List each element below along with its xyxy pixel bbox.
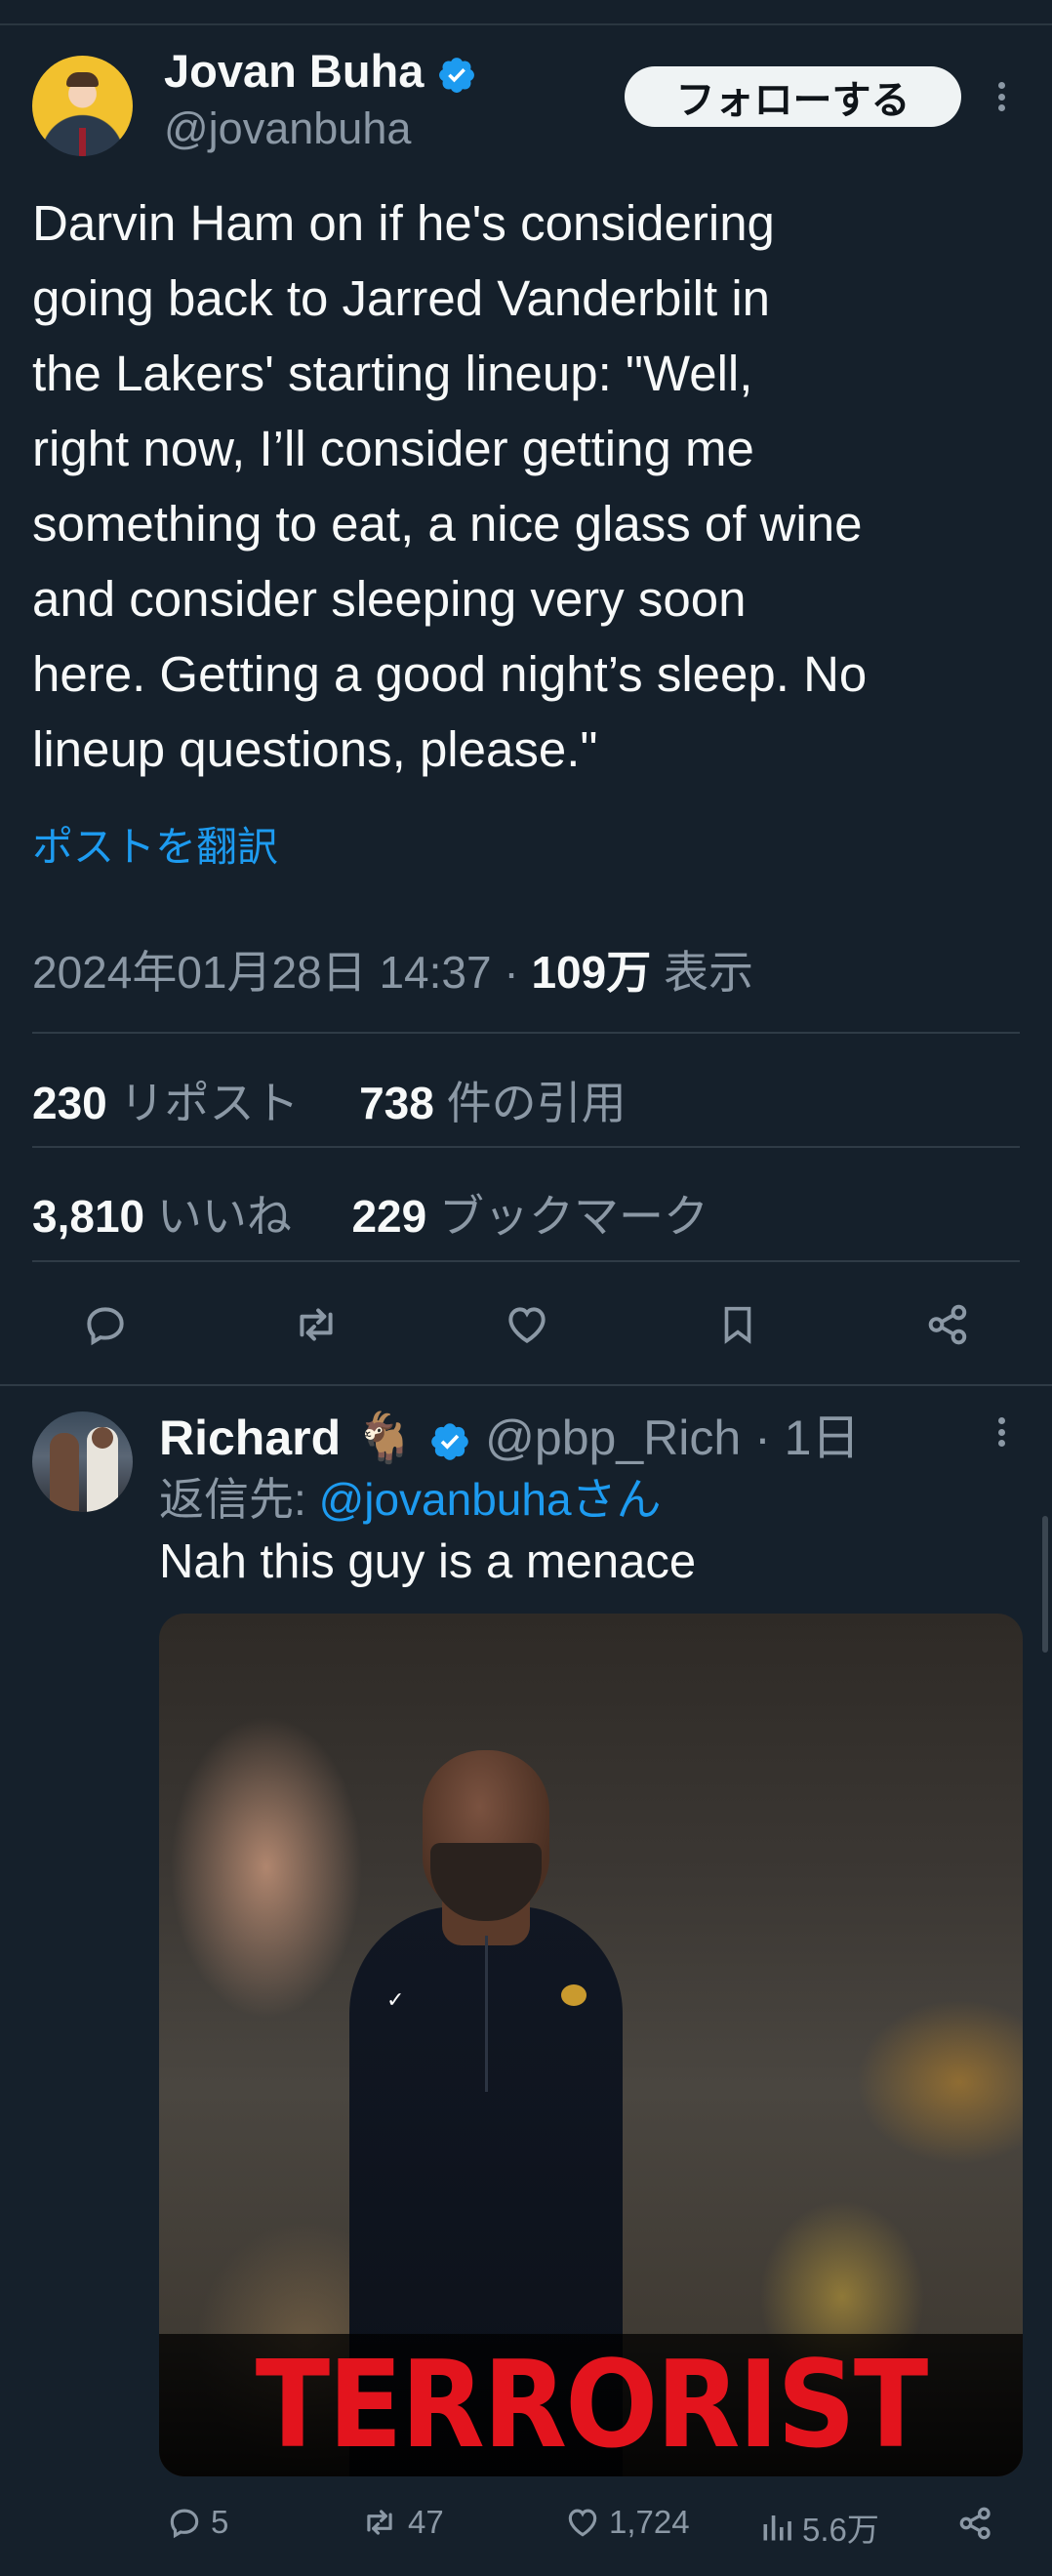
- reply-author-name[interactable]: Richard: [159, 1411, 341, 1465]
- reply-time[interactable]: 1日: [785, 1411, 861, 1465]
- author-handle[interactable]: @jovanbuha: [164, 103, 411, 154]
- verified-badge-icon: [431, 1423, 469, 1460]
- reply-more-options-icon[interactable]: [998, 1417, 1006, 1447]
- reply-author-handle[interactable]: @pbp_Rich: [485, 1411, 741, 1465]
- share-icon[interactable]: [919, 1296, 978, 1353]
- divider: [32, 1032, 1020, 1034]
- reply-text: Nah this guy is a menace: [159, 1535, 697, 1588]
- follow-button[interactable]: フォローする: [625, 66, 961, 127]
- bookmark-icon[interactable]: [708, 1296, 767, 1353]
- section-divider: [0, 1384, 1052, 1386]
- reply-header: Richard 🐐 @pbp_Rich · 1日: [159, 1411, 861, 1465]
- image-caption-banner: TERRORIST: [159, 2334, 1023, 2476]
- tweet-text: Darvin Ham on if he's considering going …: [32, 195, 868, 777]
- like-icon[interactable]: [498, 1296, 556, 1353]
- jovan-avatar[interactable]: [32, 56, 133, 156]
- share-icon: [959, 2507, 991, 2540]
- repost-quote-stats: 230 リポスト 738 件の引用: [32, 1068, 627, 1132]
- replying-to-handle[interactable]: @jovanbuhaさん: [319, 1474, 662, 1525]
- reply-likes[interactable]: 1,724: [564, 2504, 690, 2541]
- divider: [32, 1146, 1020, 1148]
- image-caption: TERRORIST: [255, 2335, 929, 2475]
- top-divider: [0, 23, 1052, 25]
- reply-reposts[interactable]: 47: [359, 2504, 444, 2541]
- like-bookmark-stats: 3,810 いいね 229 ブックマーク: [32, 1181, 708, 1246]
- translate-post-link[interactable]: ポストを翻訳: [32, 814, 278, 874]
- repost-icon: [367, 2510, 392, 2535]
- views-chart-icon: [763, 2515, 791, 2541]
- views-label: 表示: [663, 947, 753, 998]
- reply-icon[interactable]: [76, 1296, 135, 1353]
- views-count: 109万: [531, 947, 652, 998]
- reply-image[interactable]: ✓ TERRORIST: [159, 1614, 1023, 2476]
- repost-icon[interactable]: [287, 1296, 345, 1353]
- goat-emoji: 🐐: [354, 1411, 416, 1465]
- more-options-icon[interactable]: [998, 82, 1006, 111]
- author-name[interactable]: Jovan Buha: [164, 44, 477, 98]
- lakers-logo: [561, 1984, 587, 2006]
- nike-logo: ✓: [386, 1987, 405, 2012]
- reply-replies[interactable]: 5: [166, 2504, 228, 2541]
- verified-badge-icon: [439, 57, 475, 93]
- reply-icon: [170, 2509, 199, 2539]
- like-icon: [568, 2509, 597, 2537]
- bookmarks-stat[interactable]: 229 ブックマーク: [351, 1191, 708, 1242]
- reply-views[interactable]: 5.6万: [759, 2504, 879, 2551]
- quotes-stat[interactable]: 738 件の引用: [359, 1078, 627, 1128]
- tweet-meta: 2024年01月28日 14:37 · 109万 表示: [32, 947, 753, 998]
- scrollbar[interactable]: [1042, 1516, 1048, 1653]
- replying-to: 返信先: @jovanbuhaさん: [159, 1474, 662, 1525]
- timestamp[interactable]: 2024年01月28日 14:37: [32, 947, 492, 998]
- divider: [32, 1260, 1020, 1262]
- likes-stat[interactable]: 3,810 いいね: [32, 1191, 292, 1242]
- richard-avatar[interactable]: [32, 1411, 133, 1512]
- reposts-stat[interactable]: 230 リポスト: [32, 1078, 300, 1128]
- reply-share[interactable]: [956, 2504, 995, 2543]
